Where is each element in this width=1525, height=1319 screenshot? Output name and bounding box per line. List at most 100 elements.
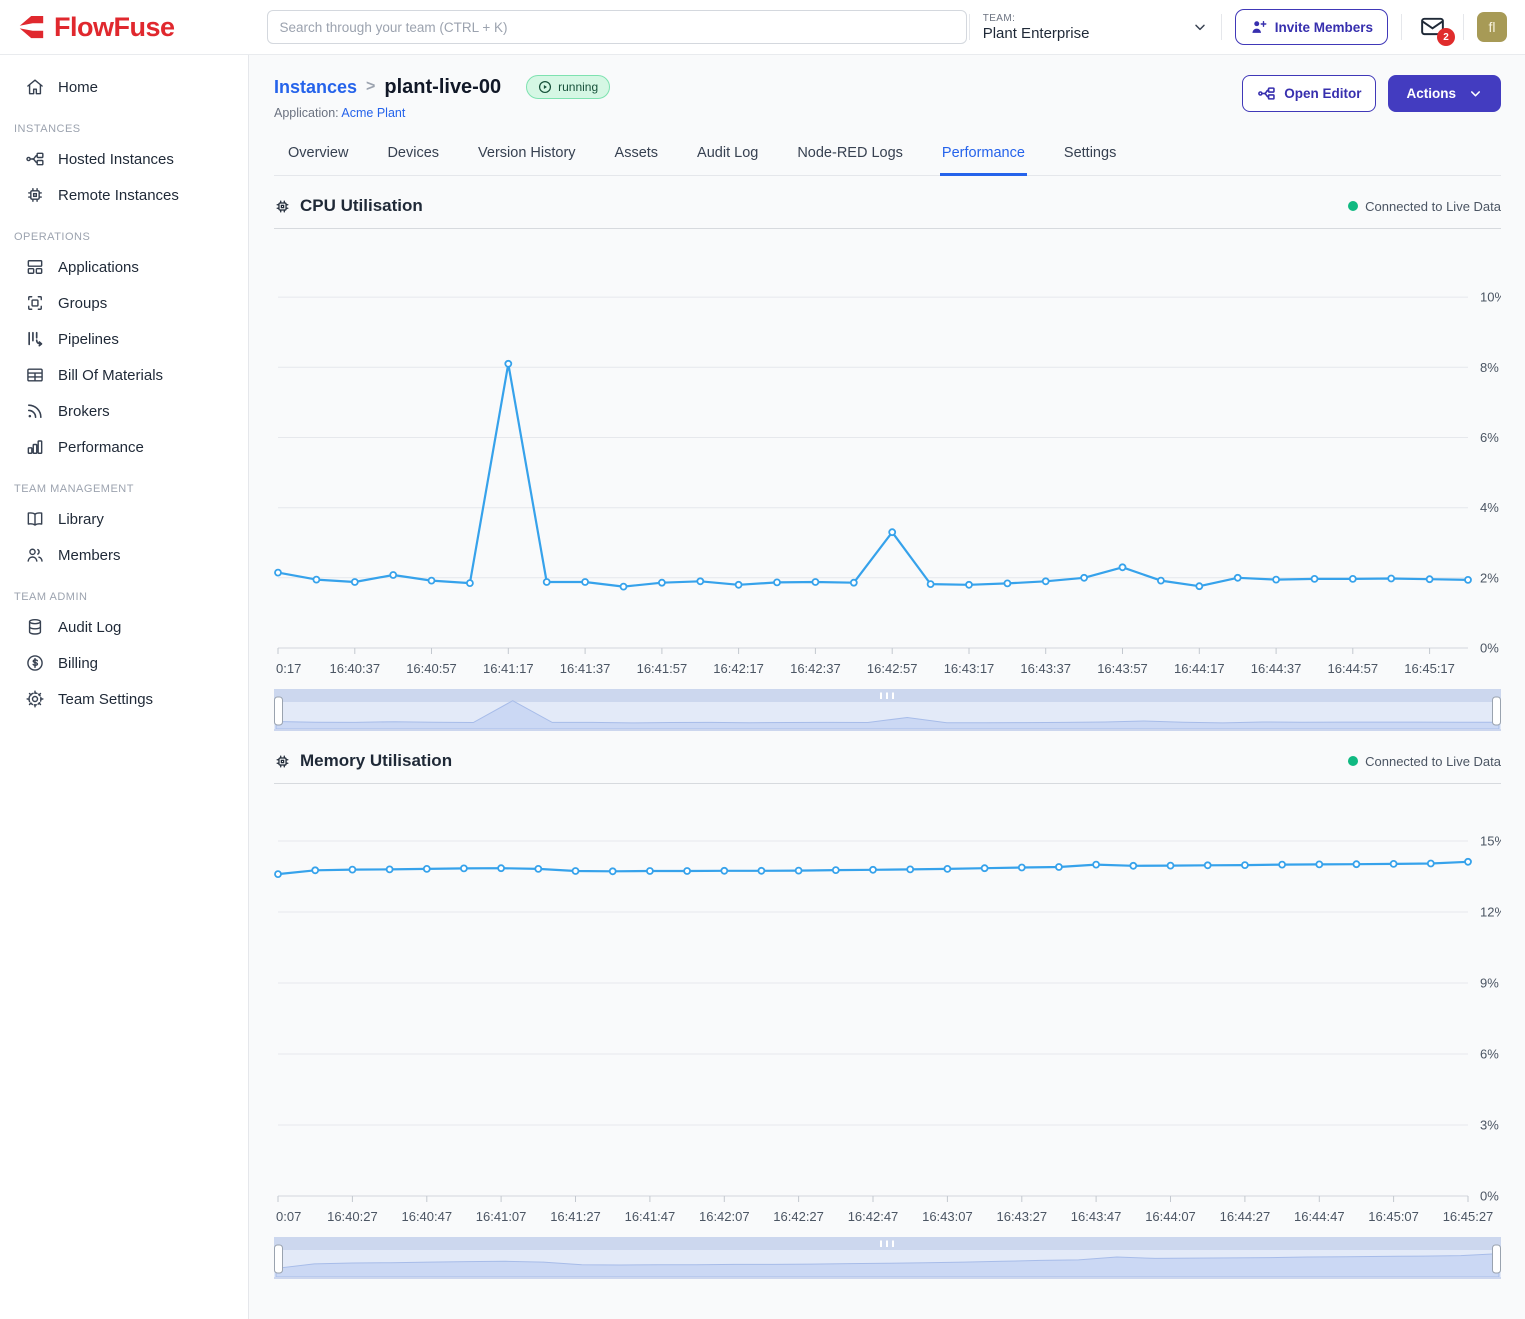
sidebar-section-team-management: TEAM MANAGEMENT xyxy=(0,465,248,501)
sidebar-item-label: Groups xyxy=(58,295,107,312)
svg-text:4%: 4% xyxy=(1480,500,1499,515)
memory-utilisation-section: Memory Utilisation Connected to Live Dat… xyxy=(274,751,1501,1279)
section-title: Memory Utilisation xyxy=(300,751,452,771)
svg-text:8%: 8% xyxy=(1480,360,1499,375)
sidebar-item-pipelines[interactable]: Pipelines xyxy=(0,321,248,357)
tab-performance[interactable]: Performance xyxy=(940,136,1027,176)
tab-overview[interactable]: Overview xyxy=(286,136,350,176)
svg-text:16:40:57: 16:40:57 xyxy=(406,661,457,676)
svg-text:15%: 15% xyxy=(1480,834,1501,849)
tab-version-history[interactable]: Version History xyxy=(476,136,578,176)
svg-text:16:42:07: 16:42:07 xyxy=(699,1209,750,1224)
divider xyxy=(1221,14,1222,40)
sidebar-item-home[interactable]: Home xyxy=(0,69,248,105)
open-editor-label: Open Editor xyxy=(1284,86,1361,101)
sidebar: Home INSTANCES Hosted Instances Remote I… xyxy=(0,55,249,1319)
sidebar-item-members[interactable]: Members xyxy=(0,537,248,573)
svg-text:0%: 0% xyxy=(1480,1189,1499,1204)
tab-devices[interactable]: Devices xyxy=(385,136,441,176)
tab-audit-log[interactable]: Audit Log xyxy=(695,136,760,176)
svg-text:16:42:57: 16:42:57 xyxy=(867,661,918,676)
performance-icon xyxy=(25,437,45,457)
svg-text:16:44:57: 16:44:57 xyxy=(1327,661,1378,676)
svg-text:16:40:37: 16:40:37 xyxy=(329,661,380,676)
sidebar-item-applications[interactable]: Applications xyxy=(0,249,248,285)
notifications-button[interactable]: 2 xyxy=(1419,15,1446,39)
breadcrumb-separator: > xyxy=(366,78,375,96)
main-content: Instances > plant-live-00 running Applic… xyxy=(249,55,1525,1319)
library-icon xyxy=(25,509,45,529)
sidebar-item-label: Library xyxy=(58,511,104,528)
sidebar-item-label: Members xyxy=(58,547,121,564)
sidebar-item-groups[interactable]: Groups xyxy=(0,285,248,321)
billing-icon xyxy=(25,653,45,673)
svg-text:16:44:47: 16:44:47 xyxy=(1294,1209,1345,1224)
sidebar-section-instances: INSTANCES xyxy=(0,105,248,141)
svg-text:9%: 9% xyxy=(1480,976,1499,991)
cpu-chart-range-scrubber[interactable] xyxy=(274,689,1501,731)
sidebar-item-billing[interactable]: Billing xyxy=(0,645,248,681)
application-link[interactable]: Acme Plant xyxy=(341,106,405,120)
avatar[interactable]: fl xyxy=(1477,12,1507,42)
team-name: Plant Enterprise xyxy=(983,25,1090,42)
top-navigation-bar: FlowFuse TEAM: Plant Enterprise Invite M… xyxy=(0,0,1525,55)
chevron-down-icon xyxy=(1192,19,1208,35)
svg-text:16:44:17: 16:44:17 xyxy=(1174,661,1225,676)
svg-text:16:41:27: 16:41:27 xyxy=(550,1209,601,1224)
svg-text:16:40:47: 16:40:47 xyxy=(401,1209,452,1224)
sidebar-item-label: Performance xyxy=(58,439,144,456)
sidebar-item-bill-of-materials[interactable]: Bill Of Materials xyxy=(0,357,248,393)
svg-text:6%: 6% xyxy=(1480,430,1499,445)
team-label: TEAM: xyxy=(983,13,1090,24)
svg-text:16:43:17: 16:43:17 xyxy=(944,661,995,676)
open-editor-button[interactable]: Open Editor xyxy=(1242,75,1376,112)
svg-text:0:17: 0:17 xyxy=(276,661,301,676)
sidebar-item-remote-instances[interactable]: Remote Instances xyxy=(0,177,248,213)
svg-text:16:41:07: 16:41:07 xyxy=(476,1209,527,1224)
tab-node-red-logs[interactable]: Node-RED Logs xyxy=(795,136,905,176)
sidebar-item-performance[interactable]: Performance xyxy=(0,429,248,465)
actions-label: Actions xyxy=(1406,86,1456,101)
cpu-utilisation-chart: 0%2%4%6%8%10%0:1716:40:3716:40:5716:41:1… xyxy=(274,231,1501,681)
svg-text:16:43:27: 16:43:27 xyxy=(996,1209,1047,1224)
svg-text:10%: 10% xyxy=(1480,290,1501,305)
breadcrumb: Instances > plant-live-00 running xyxy=(274,75,610,99)
divider xyxy=(1463,14,1464,40)
svg-text:16:41:57: 16:41:57 xyxy=(637,661,688,676)
tab-settings[interactable]: Settings xyxy=(1062,136,1118,176)
bill-of-materials-icon xyxy=(25,365,45,385)
actions-button[interactable]: Actions xyxy=(1388,75,1501,112)
sidebar-item-label: Remote Instances xyxy=(58,187,179,204)
svg-text:16:41:37: 16:41:37 xyxy=(560,661,611,676)
breadcrumb-instances-link[interactable]: Instances xyxy=(274,77,357,98)
sidebar-item-hosted-instances[interactable]: Hosted Instances xyxy=(0,141,248,177)
gear-icon xyxy=(25,689,45,709)
play-circle-icon xyxy=(538,80,552,94)
svg-text:16:43:57: 16:43:57 xyxy=(1097,661,1148,676)
svg-text:6%: 6% xyxy=(1480,1047,1499,1062)
applications-icon xyxy=(25,257,45,277)
svg-text:3%: 3% xyxy=(1480,1118,1499,1133)
svg-text:16:45:27: 16:45:27 xyxy=(1443,1209,1494,1224)
team-selector[interactable]: TEAM: Plant Enterprise xyxy=(983,13,1208,42)
members-icon xyxy=(25,545,45,565)
remote-instances-icon xyxy=(25,185,45,205)
memory-chart-range-scrubber[interactable] xyxy=(274,1237,1501,1279)
invite-members-button[interactable]: Invite Members xyxy=(1235,9,1388,45)
search-input[interactable] xyxy=(267,10,967,44)
svg-text:16:44:27: 16:44:27 xyxy=(1220,1209,1271,1224)
live-data-status: Connected to Live Data xyxy=(1348,754,1501,769)
sidebar-item-label: Brokers xyxy=(58,403,110,420)
tab-assets[interactable]: Assets xyxy=(613,136,661,176)
node-editor-icon xyxy=(1257,84,1276,103)
live-status-label: Connected to Live Data xyxy=(1365,754,1501,769)
svg-text:16:42:47: 16:42:47 xyxy=(848,1209,899,1224)
flowfuse-logo[interactable]: FlowFuse xyxy=(16,12,175,43)
application-label: Application: xyxy=(274,106,339,120)
svg-text:16:44:07: 16:44:07 xyxy=(1145,1209,1196,1224)
sidebar-item-audit-log[interactable]: Audit Log xyxy=(0,609,248,645)
sidebar-item-brokers[interactable]: Brokers xyxy=(0,393,248,429)
sidebar-item-library[interactable]: Library xyxy=(0,501,248,537)
sidebar-item-team-settings[interactable]: Team Settings xyxy=(0,681,248,717)
svg-text:16:44:37: 16:44:37 xyxy=(1251,661,1302,676)
